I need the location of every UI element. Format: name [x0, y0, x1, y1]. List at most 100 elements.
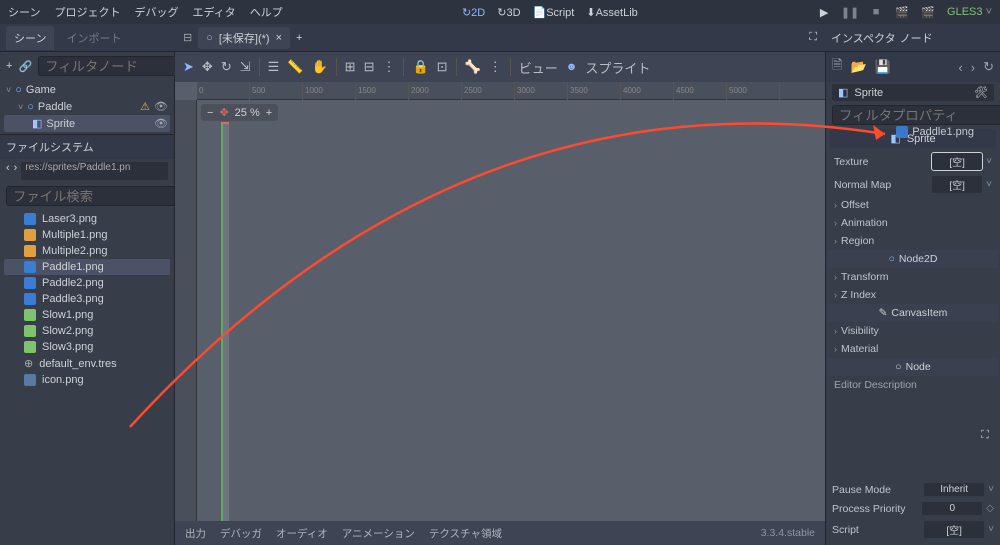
- fs-path[interactable]: res://sprites/Paddle1.pn: [21, 162, 168, 180]
- renderer-selector[interactable]: GLES3: [947, 6, 992, 18]
- prop-script[interactable]: Script [空] ˅: [832, 518, 994, 541]
- menu-debug[interactable]: デバッグ: [134, 4, 178, 20]
- warning-icon[interactable]: ⚠: [140, 100, 150, 113]
- fs-item[interactable]: Paddle3.png: [4, 291, 170, 307]
- fs-item[interactable]: Slow1.png: [4, 307, 170, 323]
- visibility-icon[interactable]: 👁: [154, 117, 168, 130]
- rotate-tool-icon[interactable]: ↻: [221, 59, 232, 75]
- play-custom-icon[interactable]: 🎬: [921, 5, 935, 19]
- save-resource-icon[interactable]: 💾: [875, 59, 891, 75]
- chevron-down-icon[interactable]: ˅: [986, 156, 992, 167]
- fs-item[interactable]: Paddle1.png: [4, 259, 170, 275]
- bone-icon[interactable]: 🦴: [465, 59, 481, 75]
- tool-icon[interactable]: 🛠: [974, 86, 988, 99]
- bottom-debugger[interactable]: デバッガ: [220, 526, 262, 541]
- nav-fwd-icon[interactable]: ›: [14, 162, 18, 180]
- menu-help[interactable]: ヘルプ: [250, 4, 283, 20]
- ruler-tool-icon[interactable]: 📏: [287, 59, 303, 75]
- add-node-icon[interactable]: +: [6, 60, 12, 72]
- load-resource-icon[interactable]: 📂: [850, 59, 866, 75]
- scale-tool-icon[interactable]: ⇲: [240, 59, 251, 75]
- pause-icon[interactable]: ❚❚: [843, 5, 857, 19]
- scene-tabs-menu-icon[interactable]: ⊟: [183, 31, 192, 44]
- tab-node[interactable]: ノード: [900, 30, 933, 46]
- bottom-texregion[interactable]: テクスチャ領域: [429, 526, 502, 541]
- zoom-center-icon[interactable]: ✥: [219, 106, 228, 119]
- menu-scene[interactable]: シーン: [8, 4, 40, 20]
- bottom-audio[interactable]: オーディオ: [276, 526, 328, 541]
- chevron-down-icon[interactable]: ˅: [986, 179, 992, 190]
- section-offset[interactable]: ›Offset: [828, 196, 998, 214]
- tree-node-game[interactable]: ˅ ○ Game: [4, 82, 170, 98]
- lock-icon[interactable]: 🔒: [412, 59, 428, 75]
- play-icon[interactable]: ▶: [817, 5, 831, 19]
- stepper-icon[interactable]: ◇: [986, 503, 994, 514]
- filter-properties-input[interactable]: [832, 105, 1000, 125]
- history-menu-icon[interactable]: ↻: [983, 59, 994, 75]
- workspace-script[interactable]: 📄Script: [533, 6, 575, 19]
- menu-editor[interactable]: エディタ: [192, 4, 235, 20]
- inspector-crumb[interactable]: Sprite: [854, 87, 883, 99]
- chevron-down-icon[interactable]: ˅: [988, 484, 994, 495]
- play-scene-icon[interactable]: 🎬: [895, 5, 909, 19]
- stop-icon[interactable]: ■: [869, 5, 883, 19]
- pan-tool-icon[interactable]: ✋: [311, 59, 327, 75]
- fs-item[interactable]: Slow2.png: [4, 323, 170, 339]
- snap-config-icon[interactable]: ⋮: [382, 59, 395, 75]
- chevron-down-icon[interactable]: ˅: [988, 524, 994, 535]
- new-resource-icon[interactable]: 🗎: [832, 56, 842, 78]
- fs-item[interactable]: icon.png: [4, 372, 170, 388]
- visibility-icon[interactable]: 👁: [154, 100, 168, 113]
- workspace-2d[interactable]: ↻2D: [462, 6, 485, 19]
- zoom-value[interactable]: 25 %: [235, 107, 260, 119]
- close-icon[interactable]: ×: [276, 32, 282, 44]
- workspace-3d[interactable]: ↻3D: [497, 6, 520, 19]
- add-scene-icon[interactable]: +: [296, 32, 302, 44]
- bottom-animation[interactable]: アニメーション: [342, 526, 415, 541]
- view-menu[interactable]: ビュー: [519, 58, 558, 77]
- prop-pausemode[interactable]: Pause Mode Inherit ˅: [832, 480, 994, 499]
- select-tool-icon[interactable]: ➤: [183, 59, 194, 75]
- prop-texture[interactable]: Texture [空] ˅: [828, 150, 998, 173]
- section-zindex[interactable]: ›Z Index: [828, 286, 998, 304]
- tab-scene[interactable]: シーン: [6, 26, 54, 50]
- bone-chain-icon[interactable]: ⋮: [489, 59, 502, 75]
- fs-search-input[interactable]: [6, 186, 174, 206]
- expand-icon[interactable]: ⛶: [978, 428, 992, 442]
- tree-node-sprite[interactable]: ◧ Sprite 👁: [4, 115, 170, 132]
- tab-inspector[interactable]: インスペクタ: [831, 30, 896, 46]
- section-region[interactable]: ›Region: [828, 232, 998, 250]
- workspace-assetlib[interactable]: ⬇AssetLib: [586, 6, 637, 19]
- tree-node-paddle[interactable]: ˅ ○ Paddle ⚠ 👁: [4, 98, 170, 115]
- fs-item[interactable]: Slow3.png: [4, 339, 170, 355]
- fs-item[interactable]: Paddle2.png: [4, 275, 170, 291]
- group-icon[interactable]: ⊡: [437, 59, 448, 75]
- section-material[interactable]: ›Material: [828, 340, 998, 358]
- move-tool-icon[interactable]: ✥: [202, 59, 213, 75]
- nav-back-icon[interactable]: ‹: [6, 162, 10, 180]
- distraction-free-icon[interactable]: ⛶: [809, 31, 817, 43]
- list-icon[interactable]: ☰: [268, 59, 280, 75]
- section-animation[interactable]: ›Animation: [828, 214, 998, 232]
- fs-item[interactable]: Multiple2.png: [4, 243, 170, 259]
- prop-normalmap[interactable]: Normal Map [空] ˅: [828, 173, 998, 196]
- zoom-in-icon[interactable]: +: [266, 107, 272, 119]
- sprite-menu[interactable]: スプライト: [585, 58, 650, 77]
- section-transform[interactable]: ›Transform: [828, 268, 998, 286]
- prop-priority[interactable]: Process Priority 0 ◇: [832, 499, 994, 518]
- history-fwd-icon[interactable]: ›: [971, 60, 975, 75]
- fs-item[interactable]: ⊕default_env.tres: [4, 355, 170, 372]
- snap-icon[interactable]: ⊞: [345, 59, 356, 75]
- scene-tab-unsaved[interactable]: ○ [未保存](*) ×: [198, 27, 290, 49]
- menu-project[interactable]: プロジェクト: [54, 4, 120, 20]
- fs-item[interactable]: Multiple1.png: [4, 227, 170, 243]
- fs-item[interactable]: Laser3.png: [4, 211, 170, 227]
- instance-icon[interactable]: 🔗: [18, 60, 32, 73]
- editor-description[interactable]: Editor Description: [828, 376, 998, 394]
- snap-grid-icon[interactable]: ⊟: [364, 59, 375, 75]
- viewport[interactable]: 0500100015002000250030003500400045005000…: [175, 82, 825, 521]
- tab-import[interactable]: インポート: [58, 26, 129, 50]
- bottom-output[interactable]: 出力: [185, 526, 206, 541]
- zoom-out-icon[interactable]: −: [207, 107, 213, 119]
- history-back-icon[interactable]: ‹: [958, 60, 962, 75]
